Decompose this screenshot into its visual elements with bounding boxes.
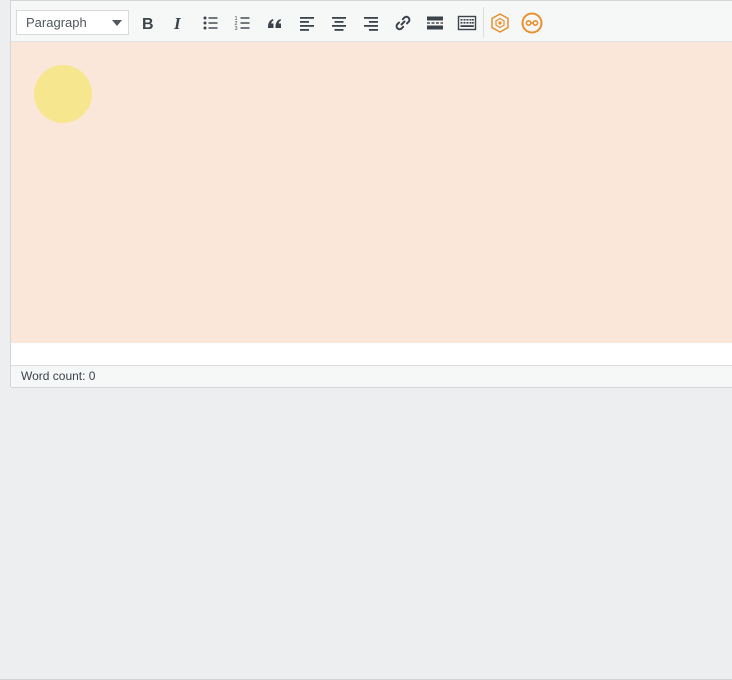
italic-button[interactable]: I [166,10,192,36]
format-select-value: Paragraph [26,15,87,30]
numbered-list-button[interactable]: 1 2 3 [230,10,256,36]
svg-text:B: B [142,16,154,33]
blockquote-icon [268,19,281,28]
svg-text:3: 3 [235,26,238,32]
toolbar-separator [483,7,484,38]
editor-statusbar: Word count: 0 [11,365,732,388]
word-count: Word count: 0 [21,369,96,383]
keyboard-icon [457,15,477,31]
circle-plugin-icon [521,12,543,34]
align-right-icon [364,17,378,31]
editor-toolbar: Paragraph B I 1 2 3 [11,1,732,42]
hexagon-plugin-icon [491,13,509,33]
plugin-hexagon-button[interactable] [487,10,513,36]
plugin-circle-button[interactable] [519,10,545,36]
toolbar-toggle-button[interactable] [454,10,480,36]
align-center-icon [332,17,346,31]
format-select[interactable]: Paragraph [16,10,129,35]
bulleted-list-icon [203,16,218,30]
align-center-button[interactable] [326,10,352,36]
page: Paragraph B I 1 2 3 Word count: 0 [0,0,732,680]
read-more-icon [427,16,443,30]
bulleted-list-button[interactable] [198,10,224,36]
classic-editor: Paragraph B I 1 2 3 Word count: 0 [10,0,732,388]
align-left-icon [300,17,314,31]
cursor-highlight [34,65,92,123]
editor-content-bottom [11,343,732,365]
blockquote-button[interactable] [262,10,288,36]
insert-link-button[interactable] [390,10,416,36]
bold-icon: B [142,16,154,33]
italic-icon: I [173,14,182,33]
align-left-button[interactable] [294,10,320,36]
read-more-button[interactable] [422,10,448,36]
svg-text:I: I [173,14,182,33]
chevron-down-icon [112,20,122,26]
link-icon [395,15,411,31]
bold-button[interactable]: B [135,10,161,36]
numbered-list-icon: 1 2 3 [235,16,250,32]
editor-content-area[interactable] [11,42,732,343]
align-right-button[interactable] [358,10,384,36]
